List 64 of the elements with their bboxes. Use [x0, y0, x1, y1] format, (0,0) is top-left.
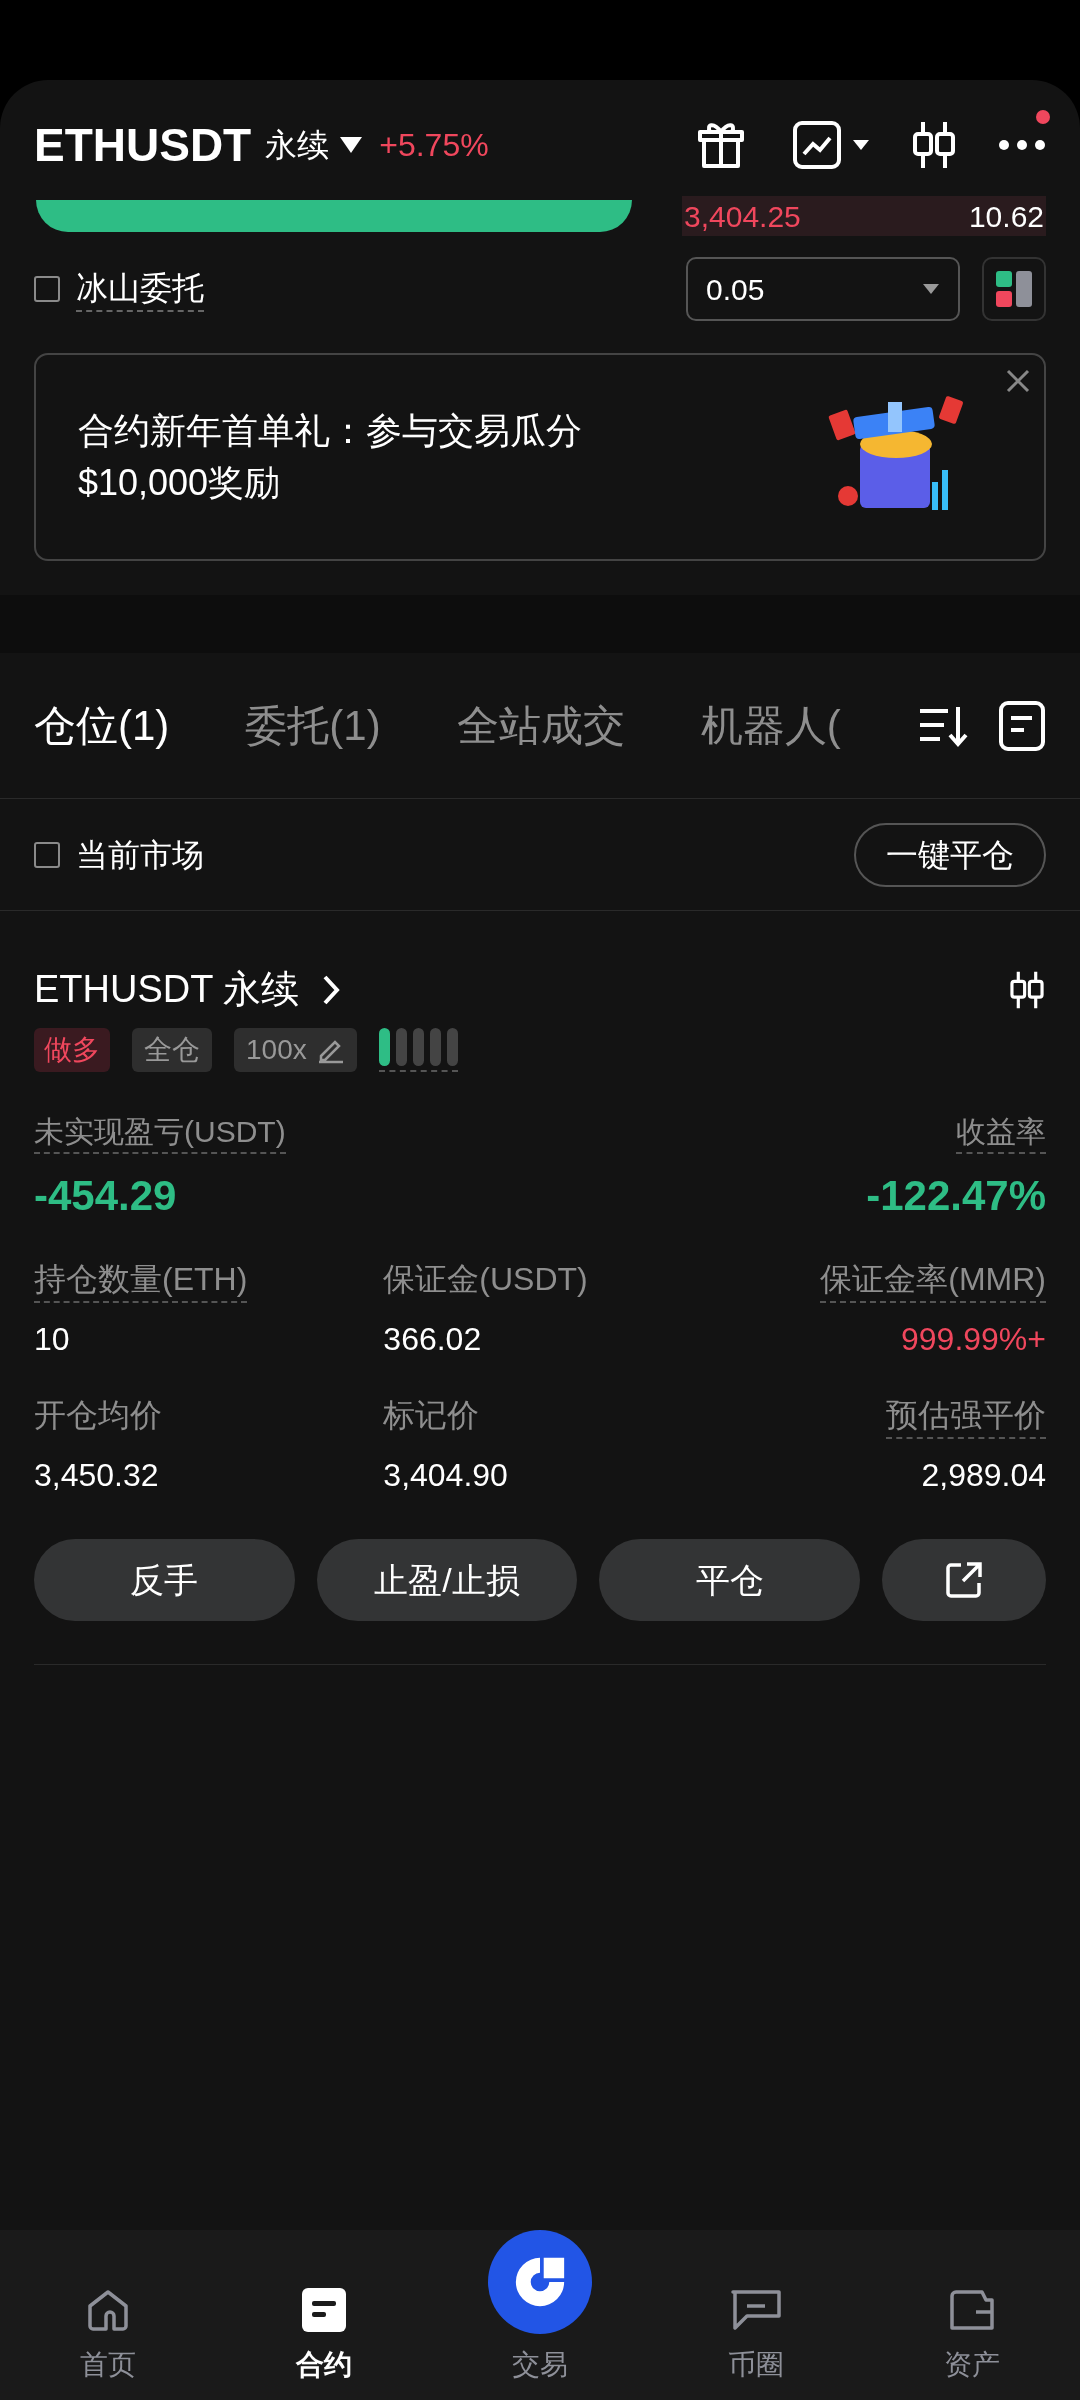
- stat-label[interactable]: 保证金率(MMR): [820, 1257, 1046, 1303]
- stat-value: 3,404.90: [383, 1456, 508, 1495]
- nav-label: 合约: [296, 2348, 352, 2382]
- price-change: +5.75%: [379, 126, 489, 165]
- nav-label: 首页: [80, 2348, 136, 2382]
- nav-item[interactable]: 资产: [864, 2286, 1080, 2386]
- trade-logo-icon: [488, 2230, 592, 2334]
- precision-select[interactable]: 0.05: [686, 257, 960, 321]
- iceberg-order-label[interactable]: 冰山委托: [76, 266, 204, 312]
- close-all-button[interactable]: 一键平仓: [854, 822, 1046, 887]
- promo-title: 合约新年首单礼：参与交易瓜分: [78, 409, 583, 453]
- layout-icon: [994, 269, 1034, 309]
- stat-value: 3,450.32: [34, 1456, 159, 1495]
- stat-value: 999.99%+: [901, 1320, 1046, 1359]
- side-tag: 做多: [34, 1028, 110, 1072]
- ask-price: 3,404.25: [684, 198, 801, 235]
- stat-label: 保证金(USDT): [383, 1260, 588, 1299]
- nav-item[interactable]: 合约: [216, 2286, 432, 2386]
- stat-label[interactable]: 持仓数量(ETH): [34, 1257, 248, 1303]
- current-market-label[interactable]: 当前市场: [76, 830, 204, 879]
- pnl-value: -454.29: [34, 1171, 177, 1221]
- margin-mode-tag: 全仓: [132, 1028, 212, 1072]
- action-button[interactable]: 平仓: [599, 1539, 861, 1621]
- symbol-title[interactable]: ETHUSDT: [34, 110, 252, 180]
- nav-label: 币圈: [728, 2348, 784, 2382]
- caret-icon: [922, 282, 940, 296]
- action-button[interactable]: 止盈/止损: [316, 1539, 578, 1621]
- stat-value: 10: [34, 1320, 70, 1359]
- stat-label: 开仓均价: [34, 1396, 162, 1435]
- tab[interactable]: 全站成交: [456, 694, 625, 757]
- more-icon[interactable]: [998, 138, 1046, 152]
- action-button[interactable]: 反手: [34, 1539, 295, 1621]
- chart-icon[interactable]: [792, 120, 842, 170]
- tab[interactable]: 机器人(: [700, 694, 841, 757]
- stat-label: 标记价: [383, 1396, 480, 1435]
- contract-type[interactable]: 永续: [265, 121, 330, 169]
- caret-icon[interactable]: [852, 138, 870, 152]
- close-icon[interactable]: [1006, 369, 1030, 393]
- nav-item[interactable]: 首页: [0, 2286, 216, 2386]
- nav-item[interactable]: 币圈: [648, 2286, 864, 2386]
- tab[interactable]: 仓位(1): [34, 694, 170, 757]
- nav-label: 资产: [944, 2348, 1000, 2382]
- checkbox[interactable]: [34, 276, 60, 302]
- dropdown-icon[interactable]: [339, 135, 364, 155]
- promo-subtitle: $10,000奖励: [78, 461, 282, 505]
- checkbox[interactable]: [34, 841, 60, 868]
- roe-value: -122.47%: [866, 1171, 1046, 1221]
- document-icon[interactable]: [998, 699, 1046, 752]
- document-icon: [300, 2286, 348, 2334]
- nav-label: 交易: [512, 2348, 568, 2382]
- stat-value: 2,989.04: [921, 1456, 1046, 1495]
- chevron-right-icon[interactable]: [321, 973, 342, 1006]
- position-symbol[interactable]: ETHUSDT 永续: [34, 961, 300, 1018]
- nav-item[interactable]: 交易: [432, 2230, 648, 2386]
- stat-label[interactable]: 预估强平价: [886, 1393, 1046, 1439]
- promo-banner[interactable]: 合约新年首单礼：参与交易瓜分 $10,000奖励: [34, 353, 1046, 561]
- leverage-tag[interactable]: 100x: [234, 1028, 357, 1072]
- ask-amount: 10.62: [968, 198, 1044, 235]
- share-icon: [945, 1561, 984, 1599]
- tab[interactable]: 委托(1): [245, 694, 381, 757]
- layout-toggle-button[interactable]: [982, 257, 1046, 321]
- stat-value: 366.02: [383, 1320, 482, 1359]
- roe-label[interactable]: 收益率: [956, 1112, 1046, 1154]
- pnl-label[interactable]: 未实现盈亏(USDT): [34, 1112, 286, 1154]
